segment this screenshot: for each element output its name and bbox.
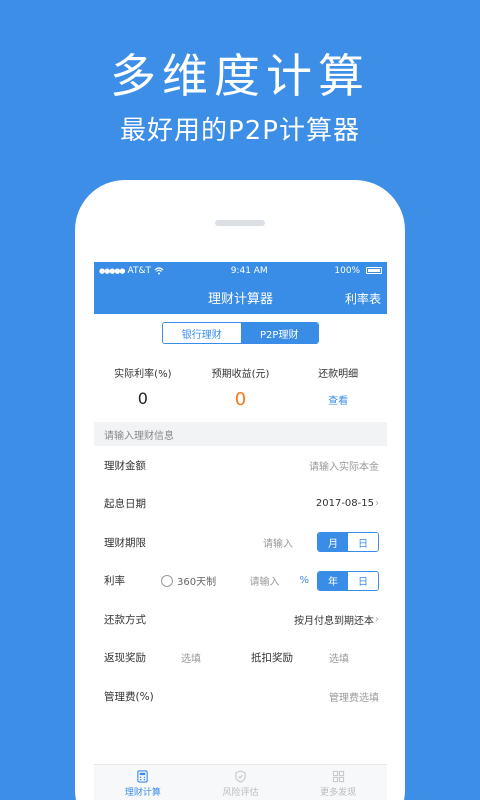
promo-title: 多维度计算 (110, 49, 370, 103)
repay-value[interactable]: 按月付息到期还本 (294, 612, 374, 627)
term-label: 理财期限 (104, 536, 146, 549)
segment-wrap: 银行理财 P2P理财 (94, 314, 387, 352)
reward-row: 返现奖励 选填 抵扣奖励 选填 (94, 639, 387, 678)
amount-label: 理财金额 (104, 459, 146, 472)
deduction-label: 抵扣奖励 (251, 652, 293, 665)
nav-bar: 理财计算器 利率表 (94, 280, 387, 314)
chevron-right-icon: › (375, 498, 379, 510)
rate-unit-year[interactable]: 年 (318, 571, 348, 590)
signal-icon: ●●●●● (99, 267, 126, 275)
stat-value: 0 (234, 389, 247, 410)
deduction-input[interactable]: 选填 (329, 650, 349, 665)
clock-label: 9:41 AM (230, 266, 268, 276)
stat-actual-rate: 实际利率(%) 0 (94, 365, 192, 422)
segment-bank[interactable]: 银行理财 (163, 323, 241, 343)
chevron-right-icon: › (375, 613, 379, 625)
percent-unit: % (299, 575, 309, 587)
tab-bar: 理财计算 风险评估 更多发现 (94, 764, 387, 800)
stat-value: 0 (137, 389, 148, 408)
tab-risk[interactable]: 风险评估 (192, 765, 290, 800)
rate-label: 利率 (104, 575, 125, 588)
stat-repayment-detail: 还款明细 查看 (289, 365, 387, 422)
battery-icon (365, 267, 382, 274)
start-date-label: 起息日期 (104, 498, 146, 511)
stat-label: 还款明细 (318, 369, 359, 380)
tab-calculator[interactable]: 理财计算 (94, 765, 192, 800)
shield-icon (235, 769, 246, 783)
term-row: 理财期限 请输入 月 日 (94, 523, 387, 562)
stats-row: 实际利率(%) 0 预期收益(元) 0 还款明细 查看 (94, 352, 387, 422)
radio-circle-icon (161, 574, 173, 587)
tab-label: 风险评估 (222, 787, 259, 798)
start-date-value[interactable]: 2017-08-15 (316, 498, 374, 509)
start-date-row[interactable]: 起息日期 2017-08-15 › (94, 485, 387, 524)
stat-label: 实际利率(%) (114, 369, 172, 380)
wifi-icon (154, 267, 164, 275)
cashback-label: 返现奖励 (104, 652, 146, 665)
repay-label: 还款方式 (104, 613, 146, 626)
repay-row[interactable]: 还款方式 按月付息到期还本 › (94, 600, 387, 639)
tab-label: 更多发现 (320, 787, 357, 798)
segment-p2p[interactable]: P2P理财 (240, 323, 318, 343)
amount-input[interactable]: 请输入实际本金 (309, 458, 379, 473)
battery-label: 100% (334, 266, 361, 276)
stat-label: 预期收益(元) (211, 369, 270, 380)
fee-label: 管理费(%) (104, 690, 154, 703)
rate-table-button[interactable]: 利率表 (345, 290, 381, 307)
tab-label: 理财计算 (124, 787, 161, 798)
page-title: 理财计算器 (207, 291, 273, 307)
day360-label: 360天制 (177, 577, 217, 589)
status-bar: ●●●●● AT&T 9:41 AM 100% (94, 262, 387, 280)
rate-unit-day[interactable]: 日 (348, 571, 378, 590)
amount-row: 理财金额 请输入实际本金 (94, 446, 387, 485)
fee-row: 管理费(%) 管理费选填 (94, 677, 387, 716)
promo-subtitle: 最好用的P2P计算器 (120, 116, 360, 146)
term-unit-day[interactable]: 日 (348, 533, 378, 552)
carrier-label: AT&T (127, 266, 152, 276)
cashback-input[interactable]: 选填 (181, 650, 251, 665)
section-header: 请输入理财信息 (94, 422, 387, 446)
term-unit-toggle: 月 日 (317, 532, 379, 553)
day360-radio[interactable]: 360天制 (161, 573, 216, 588)
view-detail-link[interactable]: 查看 (289, 392, 387, 407)
app-screen: ●●●●● AT&T 9:41 AM 100% 理财计算器 利率表 银行理财 P (94, 262, 387, 800)
term-unit-month[interactable]: 月 (318, 533, 348, 552)
stat-expected-income: 预期收益(元) 0 (192, 365, 290, 422)
tab-more[interactable]: 更多发现 (289, 765, 387, 800)
phone-frame: ●●●●● AT&T 9:41 AM 100% 理财计算器 利率表 银行理财 P (75, 180, 405, 800)
grid-icon (332, 770, 344, 782)
rate-unit-toggle: 年 日 (317, 570, 379, 591)
calculator-icon (137, 769, 149, 783)
rate-input[interactable]: 请输入 (249, 573, 279, 588)
rate-row: 利率 360天制 请输入 % 年 日 (94, 562, 387, 601)
fee-input[interactable]: 管理费选填 (329, 689, 379, 704)
phone-speaker (215, 220, 265, 226)
finance-type-segment: 银行理财 P2P理财 (162, 322, 319, 344)
term-input[interactable]: 请输入 (263, 535, 293, 550)
